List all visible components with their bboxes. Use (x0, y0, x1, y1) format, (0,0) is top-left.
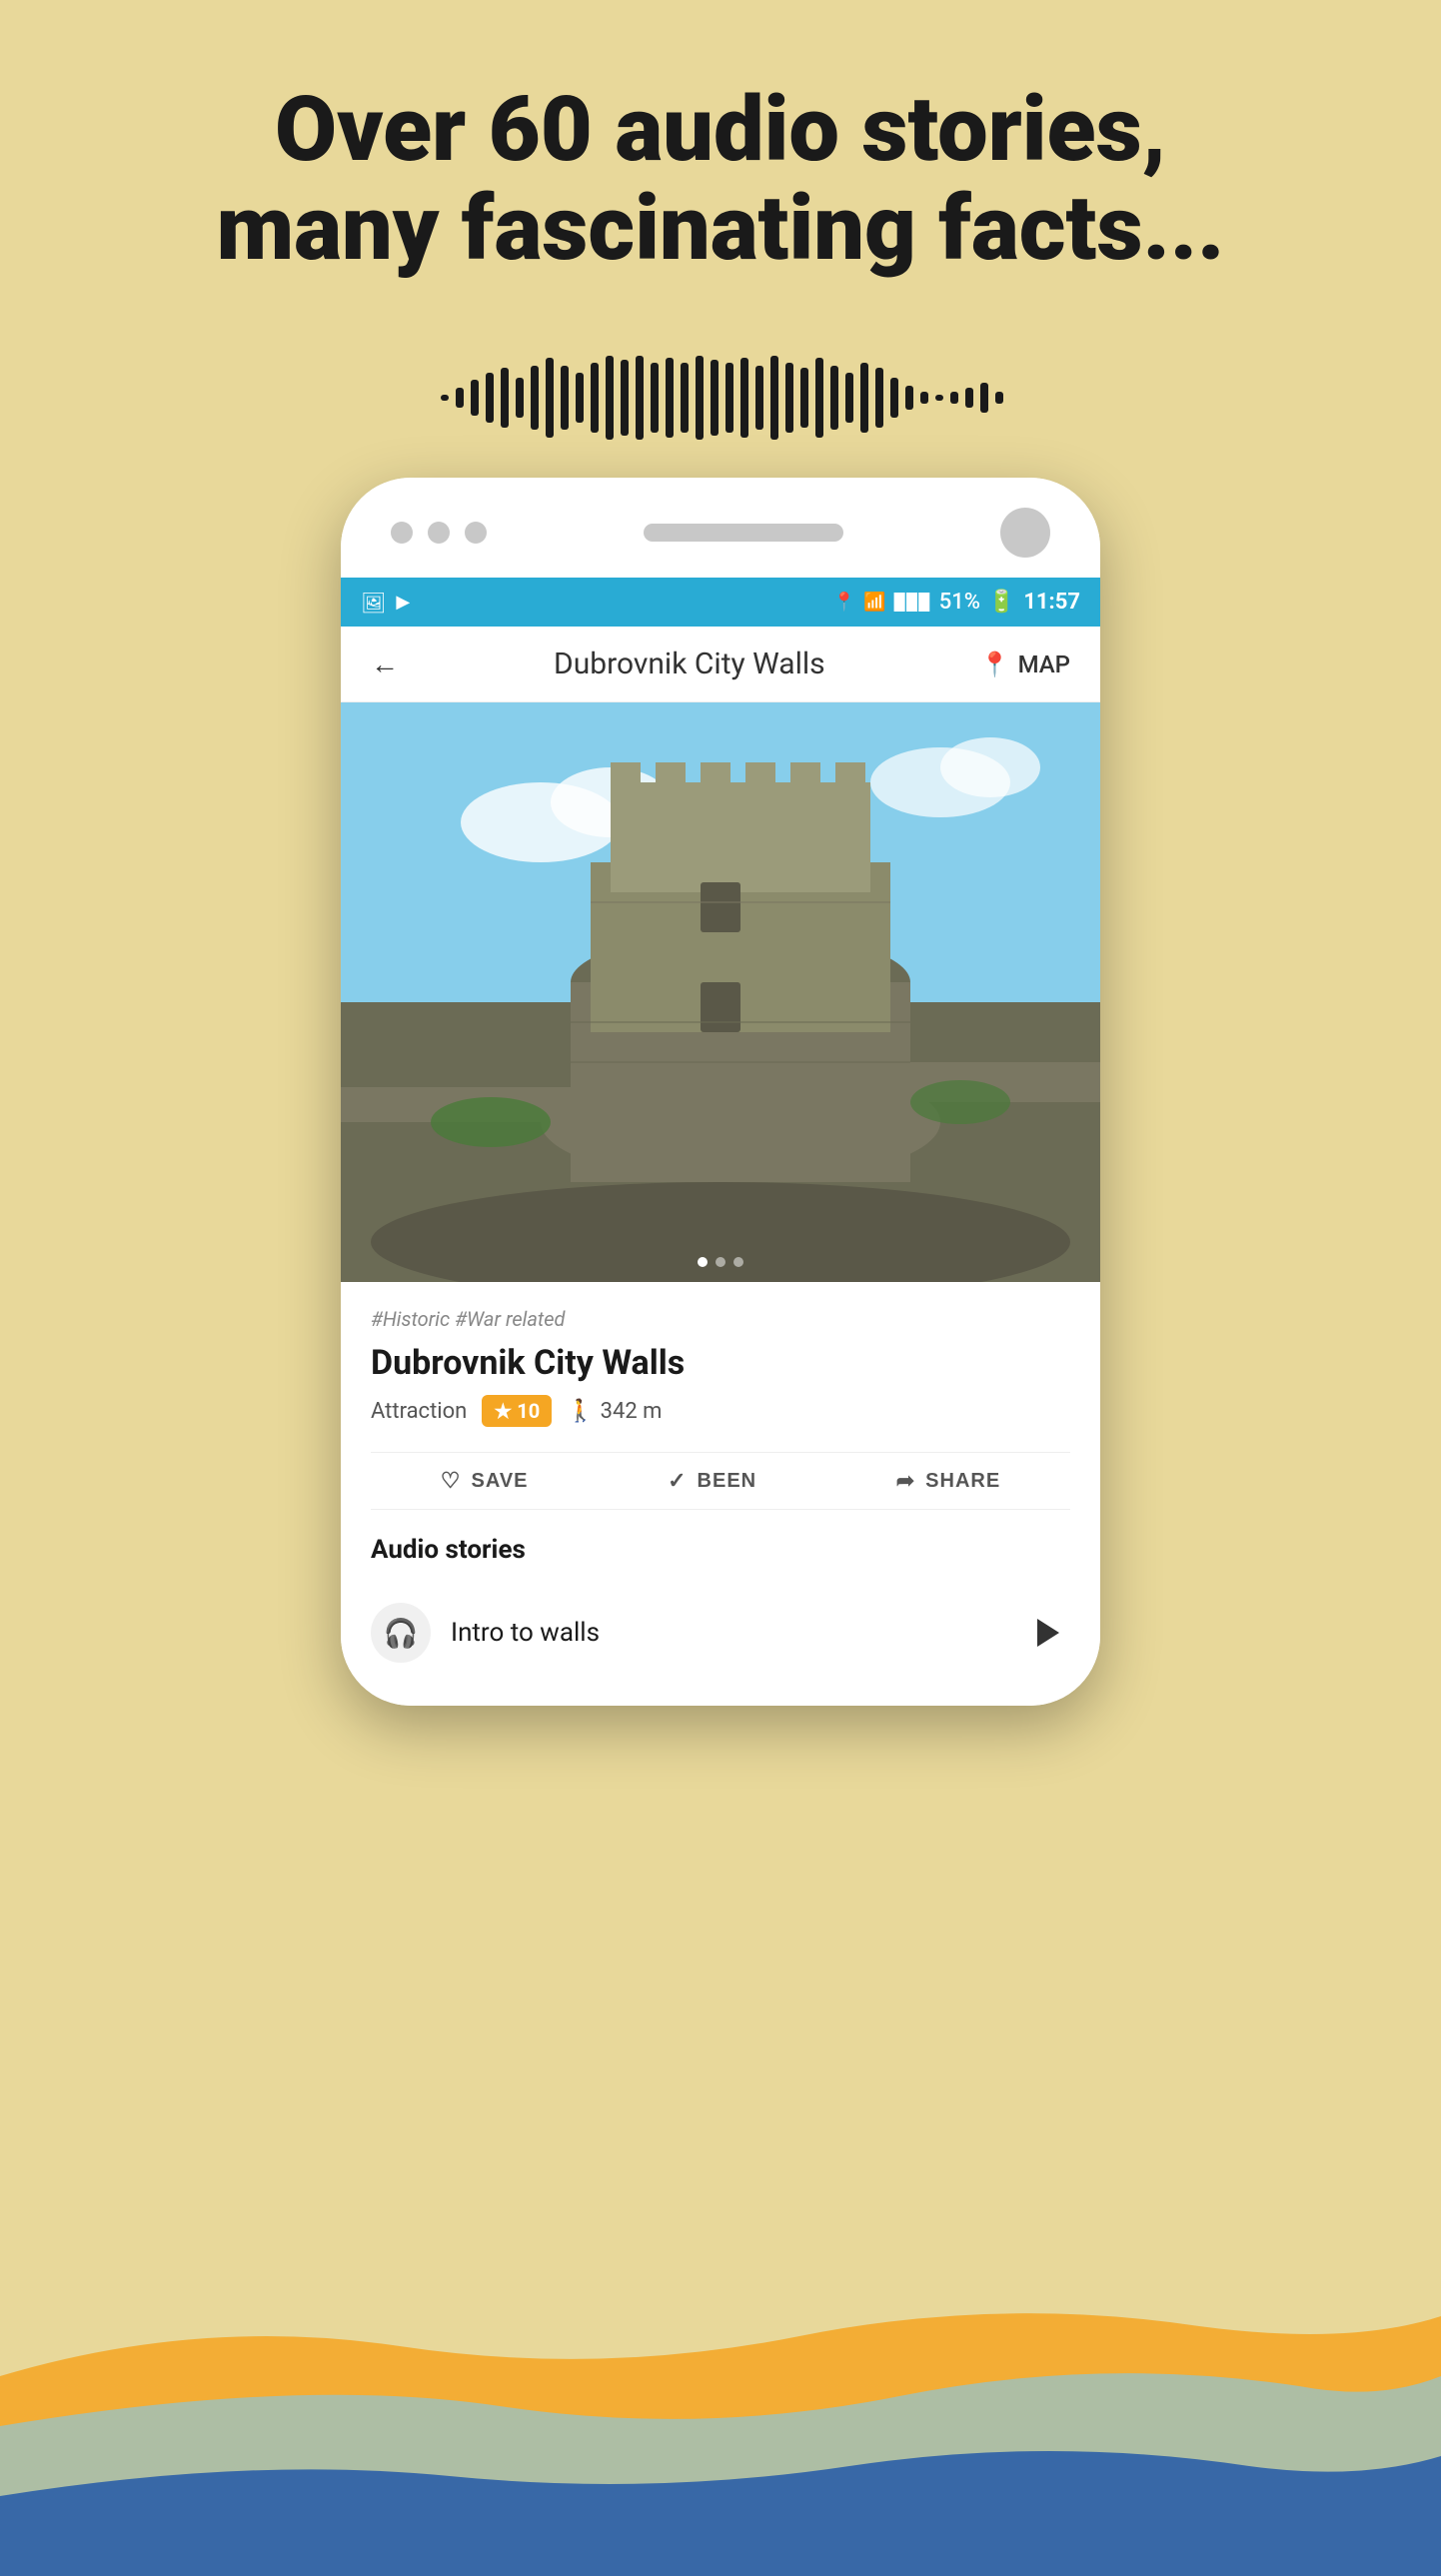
rating-badge: ★ 10 (482, 1395, 552, 1427)
attraction-type: Attraction (371, 1399, 467, 1424)
header-section: Over 60 audio stories, many fascinating … (0, 0, 1441, 318)
save-label: SAVE (472, 1470, 529, 1493)
map-button[interactable]: 📍 MAP (980, 650, 1070, 678)
location-icon: 📍 (833, 592, 855, 613)
audio-section-title: Audio stories (371, 1535, 1070, 1565)
phone-sensors (341, 478, 1100, 578)
indicator-dot-1 (698, 1257, 708, 1267)
signal-icon: ▉▉▉ (894, 593, 931, 612)
phone-camera (1000, 508, 1050, 558)
share-icon: ➦ (896, 1468, 915, 1494)
play-button[interactable] (1025, 1611, 1070, 1656)
navigation-bar: ← Dubrovnik City Walls 📍 MAP (341, 627, 1100, 702)
share-button[interactable]: ➦ SHARE (896, 1468, 1000, 1494)
back-button[interactable]: ← (371, 647, 399, 680)
image-icon: 🖼 (361, 591, 386, 615)
indicator-dot-3 (733, 1257, 743, 1267)
status-right-info: 📍 📶 ▉▉▉ 51% 🔋 11:57 (833, 590, 1080, 615)
walk-icon: 🚶 (567, 1399, 594, 1424)
heart-icon: ♡ (441, 1468, 462, 1494)
audio-waveform (0, 338, 1441, 458)
audio-item[interactable]: 🎧 Intro to walls (371, 1585, 1070, 1681)
nav-title: Dubrovnik City Walls (554, 646, 825, 681)
phone-frame: 🖼 ▶ 📍 📶 ▉▉▉ 51% 🔋 11:57 ← Dubrovnik City… (341, 478, 1100, 1706)
audio-section: Audio stories 🎧 Intro to walls (371, 1535, 1070, 1681)
attraction-meta: Attraction ★ 10 🚶 342 m (371, 1395, 1070, 1427)
image-indicators (698, 1257, 743, 1267)
battery-percent: 51% (939, 590, 980, 615)
battery-icon: 🔋 (988, 590, 1015, 615)
attraction-title: Dubrovnik City Walls (371, 1343, 1070, 1383)
clock: 11:57 (1023, 590, 1080, 615)
header-title: Over 60 audio stories, many fascinating … (100, 80, 1341, 278)
action-buttons-row: ♡ SAVE ✓ BEEN ➦ SHARE (371, 1452, 1070, 1510)
sensor-dot-1 (391, 522, 413, 544)
map-label: MAP (1018, 650, 1070, 678)
play-icon: ▶ (396, 592, 410, 613)
been-label: BEEN (698, 1470, 757, 1493)
headphone-icon: 🎧 (371, 1603, 431, 1663)
distance-value: 342 m (601, 1399, 663, 1424)
attraction-tags: #Historic #War related (371, 1307, 1070, 1331)
star-icon: ★ (494, 1399, 512, 1423)
content-area: #Historic #War related Dubrovnik City Wa… (341, 1282, 1100, 1706)
sensor-dot-3 (465, 522, 487, 544)
been-button[interactable]: ✓ BEEN (668, 1468, 756, 1494)
waveform-svg (431, 348, 1010, 448)
distance-info: 🚶 342 m (567, 1399, 662, 1424)
phone-dots (391, 522, 487, 544)
attraction-image[interactable] (341, 702, 1100, 1282)
rating-value: 10 (517, 1399, 540, 1423)
phone-speaker (644, 524, 843, 542)
status-bar: 🖼 ▶ 📍 📶 ▉▉▉ 51% 🔋 11:57 (341, 578, 1100, 627)
audio-item-title: Intro to walls (451, 1618, 600, 1648)
save-button[interactable]: ♡ SAVE (441, 1468, 529, 1494)
check-icon: ✓ (668, 1468, 687, 1494)
indicator-dot-2 (716, 1257, 725, 1267)
audio-item-left: 🎧 Intro to walls (371, 1603, 600, 1663)
phone-mockup: 🖼 ▶ 📍 📶 ▉▉▉ 51% 🔋 11:57 ← Dubrovnik City… (0, 478, 1441, 1706)
sensor-dot-2 (428, 522, 450, 544)
wifi-icon: 📶 (863, 592, 885, 613)
map-pin-icon: 📍 (980, 650, 1010, 678)
status-left-icons: 🖼 ▶ (361, 591, 410, 615)
share-label: SHARE (925, 1470, 1000, 1493)
play-triangle-icon (1037, 1619, 1059, 1647)
